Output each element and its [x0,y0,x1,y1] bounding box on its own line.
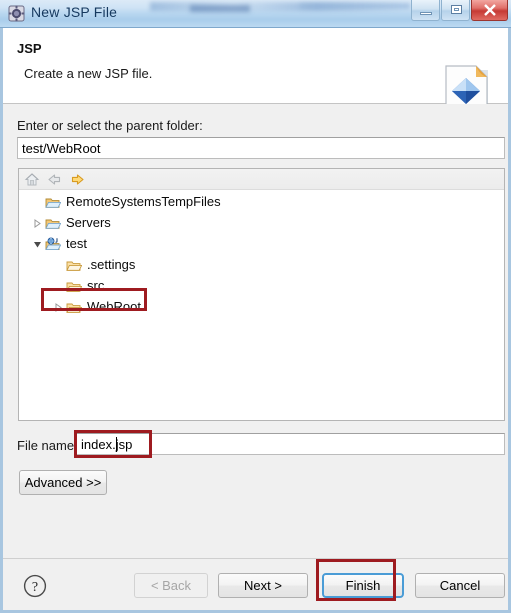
arrow-left-icon[interactable] [45,171,63,188]
arrow-right-icon[interactable] [69,171,87,188]
tree-row[interactable]: .settings [19,255,504,276]
tree-item-label: WebRoot [87,299,141,314]
folder-open-tan-icon [66,261,82,271]
advanced-button[interactable]: Advanced >> [19,470,107,495]
home-icon[interactable] [23,171,41,188]
wizard-header: JSP Create a new JSP file. [3,28,508,118]
cancel-button[interactable]: Cancel [415,573,505,598]
chevron-right-icon[interactable] [33,219,42,228]
tree-row[interactable]: RemoteSystemsTempFiles [19,192,504,213]
chevron-right-icon[interactable] [54,303,63,312]
minimize-icon [420,12,432,15]
jsp-wizard-icon [8,5,25,22]
tree-row[interactable]: src [19,276,504,297]
dialog-window: New JSP File JSP Create a new JSP file. [0,0,511,613]
tree-item-label: RemoteSystemsTempFiles [66,194,221,209]
parent-folder-input[interactable] [17,137,505,159]
maximize-button[interactable] [441,0,470,21]
aero-blur-decoration-2 [190,5,250,12]
page-title: JSP [17,41,42,56]
back-button[interactable]: < Back [134,573,208,598]
tree-item-label: .settings [87,257,136,272]
window-title: New JSP File [31,4,118,20]
folder-tree-panel[interactable]: RemoteSystemsTempFiles Servers test .set… [18,168,505,421]
maximize-icon [451,5,462,14]
tree-item-label: src [87,278,105,293]
dialog-footer: ? < Back Next > Finish Cancel [3,558,508,610]
folder-open-blue-icon [45,219,61,229]
svg-text:?: ? [32,580,38,595]
tree-row[interactable]: Servers [19,213,504,234]
help-question-icon[interactable]: ? [23,574,47,598]
folder-open-tan-icon [66,282,82,292]
chevron-down-icon[interactable] [33,240,42,249]
finish-button[interactable]: Finish [322,573,404,598]
close-icon [484,4,496,16]
tree-toolbar [19,169,504,190]
folder-open-blue-icon [45,198,61,208]
tree-item-label: test [66,236,87,251]
tree-item-label: Servers [66,215,111,230]
text-caret [116,437,117,452]
aero-blur-decoration-3 [300,3,410,9]
tree-item-list: RemoteSystemsTempFiles Servers test .set… [19,190,504,318]
folder-open-tan-icon [66,303,82,313]
page-subtitle: Create a new JSP file. [24,66,153,81]
minimize-button[interactable] [411,0,440,21]
tree-row[interactable]: test [19,234,504,255]
web-project-icon [45,237,61,251]
file-name-label: File name [17,438,75,453]
tree-row-webroot[interactable]: WebRoot [19,297,504,318]
title-bar[interactable]: New JSP File [0,0,511,28]
parent-folder-label: Enter or select the parent folder: [17,118,203,133]
close-button[interactable] [471,0,508,21]
dialog-body: Enter or select the parent folder: test/… [3,104,508,558]
next-button[interactable]: Next > [218,573,308,598]
file-name-input[interactable] [76,433,505,455]
